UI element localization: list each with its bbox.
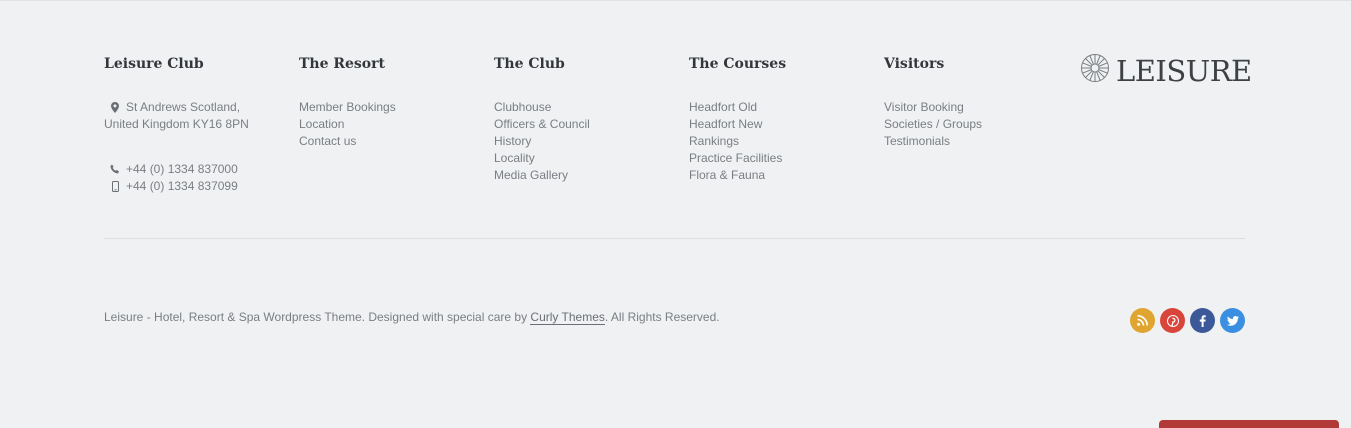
link-locality[interactable]: Locality bbox=[494, 150, 679, 167]
link-officers-council[interactable]: Officers & Council bbox=[494, 116, 679, 133]
map-pin-icon bbox=[104, 99, 126, 113]
copyright-suffix: . All Rights Reserved. bbox=[604, 310, 720, 324]
pinterest-button[interactable] bbox=[1160, 308, 1185, 333]
rss-icon bbox=[1137, 315, 1148, 326]
link-headfort-new[interactable]: Headfort New bbox=[689, 116, 874, 133]
footer-column-the-club: The Club Clubhouse Officers & Council Hi… bbox=[494, 55, 679, 184]
sunburst-logo-icon bbox=[1080, 53, 1110, 88]
footer-column-the-resort: The Resort Member Bookings Location Cont… bbox=[299, 55, 484, 150]
address: St Andrews Scotland, bbox=[104, 99, 289, 116]
link-visitor-booking[interactable]: Visitor Booking bbox=[884, 99, 1069, 116]
top-border bbox=[0, 0, 1351, 1]
link-history[interactable]: History bbox=[494, 133, 679, 150]
column-title: Visitors bbox=[884, 56, 945, 72]
link-contact-us[interactable]: Contact us bbox=[299, 133, 484, 150]
column-title: The Resort bbox=[299, 56, 385, 72]
phone-number: +44 (0) 1334 837000 bbox=[126, 162, 238, 176]
rss-button[interactable] bbox=[1130, 308, 1155, 333]
column-title: Leisure Club bbox=[104, 56, 204, 72]
column-title: The Courses bbox=[689, 56, 787, 72]
facebook-icon bbox=[1199, 314, 1206, 327]
address-line1: St Andrews Scotland, bbox=[126, 100, 241, 114]
link-location[interactable]: Location bbox=[299, 116, 484, 133]
link-headfort-old[interactable]: Headfort Old bbox=[689, 99, 874, 116]
footer-logo[interactable]: LEISURE bbox=[1080, 53, 1252, 88]
footer-column-leisure-club: Leisure Club St Andrews Scotland, United… bbox=[104, 55, 289, 195]
copyright-prefix: Leisure - Hotel, Resort & Spa Wordpress … bbox=[104, 310, 531, 324]
link-testimonials[interactable]: Testimonials bbox=[884, 133, 1069, 150]
twitter-icon bbox=[1226, 315, 1239, 326]
column-title: The Club bbox=[494, 56, 565, 72]
link-rankings[interactable]: Rankings bbox=[689, 133, 874, 150]
logo-text: LEISURE bbox=[1116, 53, 1252, 88]
link-societies-groups[interactable]: Societies / Groups bbox=[884, 116, 1069, 133]
link-member-bookings[interactable]: Member Bookings bbox=[299, 99, 484, 116]
link-practice-facilities[interactable]: Practice Facilities bbox=[689, 150, 874, 167]
footer-divider bbox=[104, 238, 1245, 239]
twitter-button[interactable] bbox=[1220, 308, 1245, 333]
bottom-red-tab[interactable] bbox=[1159, 420, 1339, 428]
address-line2: United Kingdom KY16 8PN bbox=[104, 117, 249, 131]
phone-icon bbox=[104, 161, 126, 174]
facebook-button[interactable] bbox=[1190, 308, 1215, 333]
social-links bbox=[1130, 308, 1245, 333]
link-clubhouse[interactable]: Clubhouse bbox=[494, 99, 679, 116]
copyright-text: Leisure - Hotel, Resort & Spa Wordpress … bbox=[104, 309, 720, 325]
footer-column-the-courses: The Courses Headfort Old Headfort New Ra… bbox=[689, 55, 874, 184]
curly-themes-link[interactable]: Curly Themes bbox=[530, 310, 605, 325]
mobile[interactable]: +44 (0) 1334 837099 bbox=[104, 178, 289, 195]
link-media-gallery[interactable]: Media Gallery bbox=[494, 167, 679, 184]
footer-column-visitors: Visitors Visitor Booking Societies / Gro… bbox=[884, 55, 1069, 150]
phone[interactable]: +44 (0) 1334 837000 bbox=[104, 161, 289, 178]
link-flora-fauna[interactable]: Flora & Fauna bbox=[689, 167, 874, 184]
pinterest-icon bbox=[1166, 314, 1179, 327]
mobile-number: +44 (0) 1334 837099 bbox=[126, 179, 238, 193]
mobile-icon bbox=[104, 178, 126, 192]
